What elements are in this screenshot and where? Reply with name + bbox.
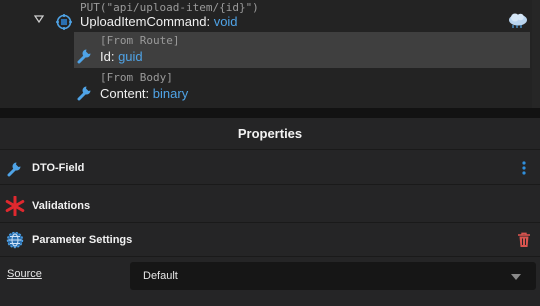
command-node[interactable]: UploadItemCommand: void (80, 14, 238, 29)
trash-icon[interactable] (517, 232, 531, 248)
model-tree: PUT("api/upload-item/{id}") UploadItemCo… (0, 0, 540, 108)
property-type: guid (118, 49, 143, 64)
section-parameter-settings[interactable]: Parameter Settings (0, 223, 540, 257)
section-validations[interactable]: Validations (0, 189, 540, 223)
wrench-icon (77, 86, 91, 101)
properties-panel: Properties DTO-Field Validations Paramet… (0, 118, 540, 306)
tree-item-id[interactable]: [From Route] Id: guid (74, 32, 530, 68)
property-binding-annotation: [From Body] (100, 71, 173, 84)
property-type: binary (152, 86, 189, 101)
section-label: DTO-Field (32, 162, 85, 174)
cloud-service-icon (509, 13, 527, 28)
section-label: Validations (32, 200, 91, 212)
command-name: UploadItemCommand (80, 14, 207, 29)
kebab-menu-icon[interactable] (518, 160, 530, 176)
source-select[interactable]: Default (130, 262, 536, 290)
property-name: Content (100, 86, 146, 101)
command-icon (56, 14, 72, 30)
command-return-type: void (213, 14, 238, 29)
panel-splitter[interactable] (0, 108, 540, 118)
properties-title: Properties (0, 118, 540, 150)
property-separator: : (145, 86, 153, 101)
dropdown-caret-icon (511, 274, 521, 280)
tree-item-content[interactable]: [From Body] Content: binary (74, 69, 530, 105)
command-separator: : (206, 14, 214, 29)
source-select-value: Default (143, 270, 178, 282)
property-label: Id: guid (100, 49, 143, 64)
property-binding-annotation: [From Route] (100, 34, 180, 47)
property-separator: : (110, 49, 119, 64)
command-http-annotation: PUT("api/upload-item/{id}") (80, 1, 259, 14)
gear-globe-icon (6, 231, 24, 249)
section-label: Parameter Settings (32, 234, 133, 246)
section-dto-field[interactable]: DTO-Field (0, 151, 540, 185)
tree-scrollbar[interactable] (532, 0, 540, 108)
property-name: Id (100, 49, 111, 64)
property-label: Content: binary (100, 86, 188, 101)
wrench-icon (77, 49, 91, 64)
chevron-down-icon[interactable] (34, 14, 44, 24)
asterisk-icon (5, 196, 25, 216)
source-label: Source (7, 268, 42, 280)
wrench-icon (7, 162, 21, 177)
